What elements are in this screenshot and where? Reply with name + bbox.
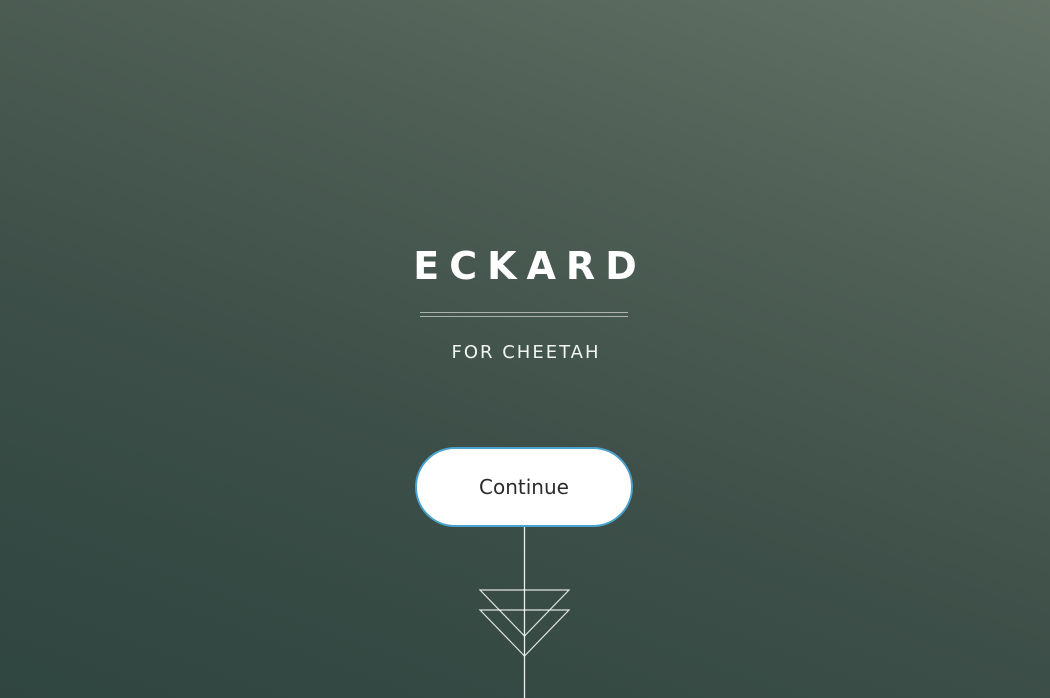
title-divider-bottom (420, 316, 628, 317)
title-divider-top (420, 312, 628, 313)
welcome-screen: ECKARD FOR CHEETAH Continue (0, 0, 1050, 698)
app-subtitle: FOR CHEETAH (451, 342, 601, 363)
app-title: ECKARD (413, 244, 647, 288)
continue-button[interactable]: Continue (415, 447, 633, 527)
